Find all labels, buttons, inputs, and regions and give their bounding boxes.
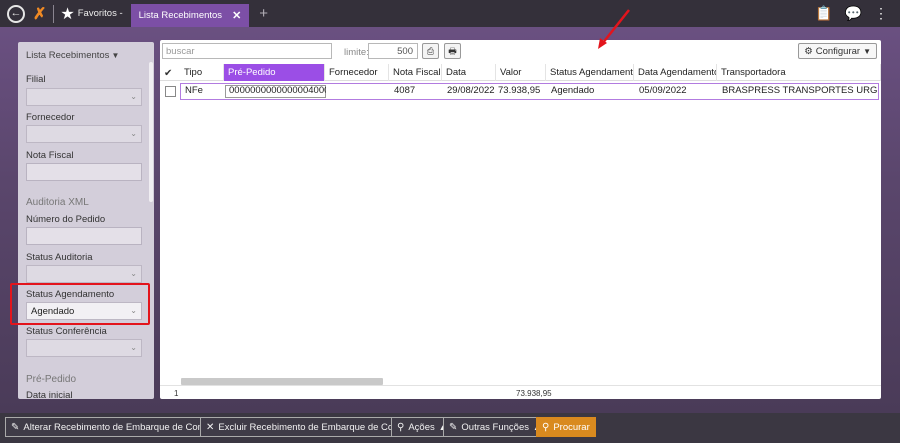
outras-funcoes-button[interactable]: ✎ Outras Funções ▲	[443, 417, 547, 437]
tab-lista-recebimentos[interactable]: Lista Recebimentos ✕	[130, 4, 250, 27]
horizontal-scrollbar[interactable]	[181, 378, 383, 385]
limit-input[interactable]	[368, 43, 418, 59]
cell-data: 29/08/2022	[447, 85, 495, 96]
alterar-recebimento-button[interactable]: ✎ Alterar Recebimento de Embarque de Com…	[5, 417, 226, 437]
fornecedor-select[interactable]: ⌄	[26, 125, 142, 143]
chevron-down-icon: ⌄	[130, 129, 137, 138]
cell-valor: 73.938,95	[498, 85, 541, 96]
red-highlight-box	[10, 283, 150, 325]
procurar-label: Procurar	[553, 421, 590, 433]
filter-sidebar: Lista Recebimentos ▼ Filial ⌄ Fornecedor …	[18, 42, 154, 399]
star-icon[interactable]: ★	[60, 4, 74, 24]
cell-pre-pedido: 00000000000000040002	[229, 85, 326, 96]
col-tipo[interactable]: Tipo	[180, 64, 224, 81]
cell-data-agendamento: 05/09/2022	[639, 85, 687, 96]
numero-pedido-label: Número do Pedido	[26, 214, 106, 225]
col-nota-fiscal[interactable]: Nota Fiscal	[389, 64, 442, 81]
logo-icon: ✗	[33, 5, 47, 23]
col-data[interactable]: Data	[442, 64, 496, 81]
cell-nota-fiscal: 4087	[394, 85, 416, 96]
add-tab-icon[interactable]: +	[259, 5, 268, 22]
top-right-tools: 📋 💬 ⋮	[815, 0, 900, 27]
nota-fiscal-label: Nota Fiscal	[26, 150, 74, 161]
col-status-agendamento[interactable]: Status Agendamento	[546, 64, 634, 81]
col-fornecedor[interactable]: Fornecedor	[325, 64, 389, 81]
table-row[interactable]: NFe 00000000000000040002 4087 29/08/2022…	[180, 83, 879, 100]
section-auditoria-xml: Auditoria XML	[26, 197, 89, 208]
tab-label: Lista Recebimentos	[138, 10, 223, 21]
section-pre-pedido: Pré-Pedido	[26, 374, 77, 385]
close-icon[interactable]: ✕	[232, 9, 241, 22]
cell-tipo: NFe	[185, 85, 203, 96]
col-data-agendamento[interactable]: Data Agendamento	[634, 64, 717, 81]
results-panel: limite: ⎙ 🖶 ⚙ Configurar ▼ ✔ Tipo Pré-Pe…	[160, 40, 881, 399]
action-bar: ✎ Alterar Recebimento de Embarque de Com…	[0, 413, 900, 443]
cell-status-agendamento: Agendado	[551, 85, 595, 96]
chevron-down-icon: ▼	[111, 51, 120, 60]
procurar-button[interactable]: ⚲ Procurar	[536, 417, 596, 437]
table-header: Tipo Pré-Pedido Fornecedor Nota Fiscal D…	[160, 64, 881, 81]
configure-button[interactable]: ⚙ Configurar ▼	[798, 43, 877, 59]
sidebar-scrollbar[interactable]	[149, 62, 153, 202]
back-icon[interactable]: ←	[7, 4, 25, 23]
outras-label: Outras Funções	[461, 421, 529, 433]
close-icon: ✕	[206, 421, 215, 433]
sidebar-title-label: Lista Recebimentos	[26, 50, 110, 61]
excluir-recebimento-button[interactable]: ✕ Excluir Recebimento de Embarque de Com…	[200, 417, 421, 437]
bulb-icon: ⚲	[397, 421, 405, 433]
cell-transportadora: BRASPRESS TRANSPORTES URGENTES LTDA	[722, 85, 878, 96]
status-auditoria-label: Status Auditoria	[26, 252, 93, 263]
print-icon[interactable]: 🖶	[444, 43, 461, 59]
cell-fornecedor	[326, 84, 390, 99]
chevron-down-icon: ⌄	[130, 92, 137, 101]
row-checkbox[interactable]	[165, 86, 176, 97]
row-count: 1	[174, 389, 179, 398]
edit-icon: ✎	[11, 421, 20, 433]
more-vertical-icon[interactable]: ⋮	[874, 5, 888, 22]
favorites-menu[interactable]: Favoritos -	[78, 8, 123, 19]
footer-divider	[160, 385, 881, 386]
configure-label: Configurar	[815, 45, 861, 57]
acoes-label: Ações	[408, 421, 435, 433]
search-input[interactable]	[162, 43, 332, 59]
top-bar: ← ✗ ★ Favoritos - Lista Recebimentos ✕ +…	[0, 0, 900, 27]
chevron-down-icon: ▼	[863, 46, 871, 56]
results-toolbar: limite: ⎙ 🖶 ⚙ Configurar ▼	[160, 40, 881, 64]
status-conferencia-select[interactable]: ⌄	[26, 339, 142, 357]
gear-icon: ⚙	[804, 45, 813, 57]
status-conferencia-label: Status Conferência	[26, 326, 107, 337]
filial-select[interactable]: ⌄	[26, 88, 142, 106]
chevron-down-icon: ⌄	[130, 269, 137, 278]
clipboard-check-icon[interactable]: 📋	[815, 5, 832, 22]
red-arrow-icon	[598, 9, 630, 49]
data-inicial-label: Data inicial	[26, 390, 73, 399]
status-auditoria-select[interactable]: ⌄	[26, 265, 142, 283]
col-pre-pedido[interactable]: Pré-Pedido	[224, 64, 325, 81]
col-transportadora[interactable]: Transportadora	[717, 64, 881, 81]
nota-fiscal-input[interactable]	[26, 163, 142, 181]
alterar-label: Alterar Recebimento de Embarque de Compr…	[23, 421, 220, 433]
filial-label: Filial	[26, 74, 46, 85]
excluir-label: Excluir Recebimento de Embarque de Compr…	[218, 421, 415, 433]
chat-icon[interactable]: 💬	[845, 5, 862, 22]
chevron-down-icon: ⌄	[130, 343, 137, 352]
edit-icon: ✎	[449, 421, 458, 433]
export-icon[interactable]: ⎙	[422, 43, 439, 59]
search-icon: ⚲	[542, 421, 550, 433]
total-valor: 73.938,95	[516, 389, 552, 398]
limit-label: limite:	[344, 47, 369, 58]
divider	[53, 4, 55, 23]
sidebar-title[interactable]: Lista Recebimentos ▼	[26, 50, 119, 61]
numero-pedido-input[interactable]	[26, 227, 142, 245]
fornecedor-label: Fornecedor	[26, 112, 75, 123]
col-valor[interactable]: Valor	[496, 64, 546, 81]
